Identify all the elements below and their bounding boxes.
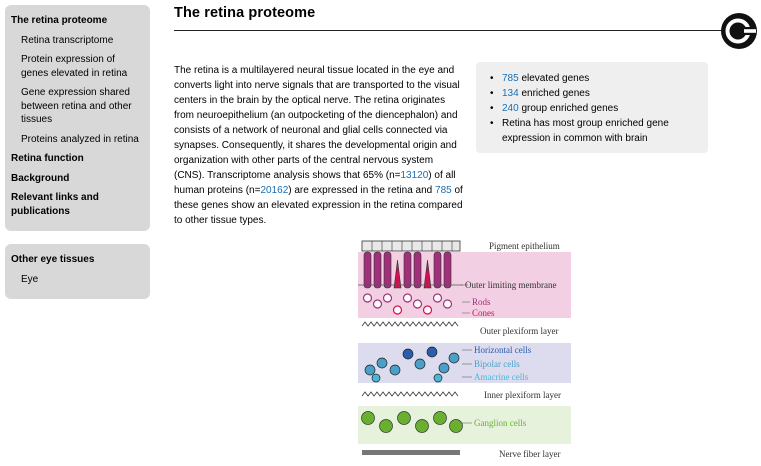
label-cones: Cones	[472, 308, 495, 318]
sidebar-item-retina-function[interactable]: Retina function	[11, 152, 144, 166]
elevated-genes-link[interactable]: 785	[502, 73, 519, 84]
sidebar-item-retina-proteome[interactable]: The retina proteome	[11, 14, 144, 28]
enriched-genes-label: enriched genes	[518, 88, 590, 99]
label-rods: Rods	[472, 297, 491, 307]
sidebar-item-retina-transcriptome[interactable]: Retina transcriptome	[11, 34, 144, 48]
label-inner-plexiform: Inner plexiform layer	[484, 390, 561, 400]
sidebar-item-eye[interactable]: Eye	[11, 273, 144, 287]
sidebar-item-links-publications[interactable]: Relevant links and publications	[11, 191, 144, 218]
summary-box: 785 elevated genes 134 enriched genes 24…	[476, 62, 708, 153]
label-outer-limiting-membrane: Outer limiting membrane	[465, 280, 556, 290]
human-proteins-link[interactable]: 20162	[260, 185, 288, 196]
outer-plexiform-synapses	[361, 321, 459, 327]
summary-note: Retina has most group enriched gene expr…	[490, 116, 698, 146]
sidebar-item-proteins-analyzed[interactable]: Proteins analyzed in retina	[11, 133, 144, 147]
sidebar-item-protein-expression[interactable]: Protein expression of genes elevated in …	[11, 53, 144, 80]
label-nerve-fiber-layer: Nerve fiber layer	[499, 449, 560, 459]
label-horizontal-cells: Horizontal cells	[474, 345, 532, 355]
summary-elevated: 785 elevated genes	[490, 71, 698, 86]
label-amacrine-cells: Amacrine cells	[474, 372, 529, 382]
nerve-fiber-strip	[362, 450, 460, 455]
brain-atlas-logo-icon[interactable]	[720, 12, 758, 50]
inner-plexiform-synapses	[361, 391, 459, 397]
summary-group-enriched: 240 group enriched genes	[490, 101, 698, 116]
sidebar-item-background[interactable]: Background	[11, 172, 144, 186]
label-ganglion-cells: Ganglion cells	[474, 418, 527, 428]
elevated-genes-inline-link[interactable]: 785	[435, 185, 452, 196]
label-outer-plexiform: Outer plexiform layer	[480, 326, 558, 336]
intro-paragraph: The retina is a multilayered neural tiss…	[174, 63, 464, 228]
expressed-genes-link[interactable]: 13120	[400, 170, 428, 181]
pigment-epithelium-cells	[361, 240, 461, 252]
group-enriched-genes-link[interactable]: 240	[502, 103, 519, 114]
elevated-genes-label: elevated genes	[518, 73, 590, 84]
group-enriched-genes-label: group enriched genes	[518, 103, 619, 114]
sidebar-nav: The retina proteome Retina transcriptome…	[5, 5, 150, 231]
intro-text-1: The retina is a multilayered neural tiss…	[174, 65, 460, 181]
title-divider	[174, 30, 721, 31]
other-tissues-title: Other eye tissues	[11, 254, 95, 265]
summary-enriched: 134 enriched genes	[490, 86, 698, 101]
other-tissues-nav: Other eye tissues Eye	[5, 244, 150, 299]
label-bipolar-cells: Bipolar cells	[474, 359, 520, 369]
intro-text-3: ) are expressed in the retina and	[288, 185, 436, 196]
enriched-genes-link[interactable]: 134	[502, 88, 519, 99]
page-title: The retina proteome	[174, 5, 316, 21]
retina-layers-figure: Pigment epithelium Outer limiting membra…	[358, 240, 571, 459]
sidebar-item-shared-expression[interactable]: Gene expression shared between retina an…	[11, 86, 144, 127]
photoreceptor-segments	[363, 251, 452, 289]
label-pigment-epithelium: Pigment epithelium	[489, 241, 560, 251]
